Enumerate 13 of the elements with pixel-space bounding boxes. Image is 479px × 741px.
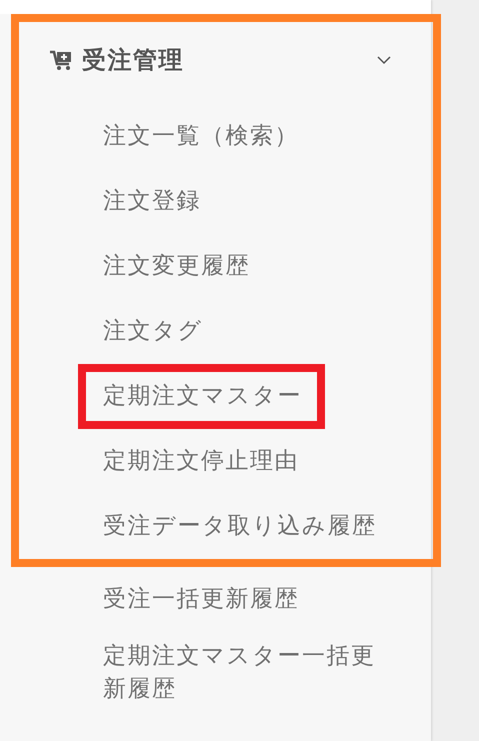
menu-item[interactable]: 定期注文マスター一括更新履歴 [78,632,408,714]
menu-section-header[interactable]: 受注管理 [19,22,433,98]
chevron-icon[interactable] [377,56,391,64]
menu-item[interactable]: 注文タグ [78,299,226,364]
menu-item[interactable]: 注文登録 [78,169,224,234]
menu-item[interactable]: 注文変更履歴 [78,234,273,299]
menu-item[interactable]: 受注一括更新履歴 [78,567,322,632]
cart-icon [50,50,73,70]
menu-item[interactable]: 定期注文停止理由 [78,429,322,494]
menu-item[interactable]: 定期注文マスター [78,364,325,429]
section-title: 受注管理 [82,45,185,76]
menu-item[interactable]: 受注データ取り込み履歴 [78,494,400,559]
menu-item[interactable]: 注文一覧（検索） [78,104,322,169]
